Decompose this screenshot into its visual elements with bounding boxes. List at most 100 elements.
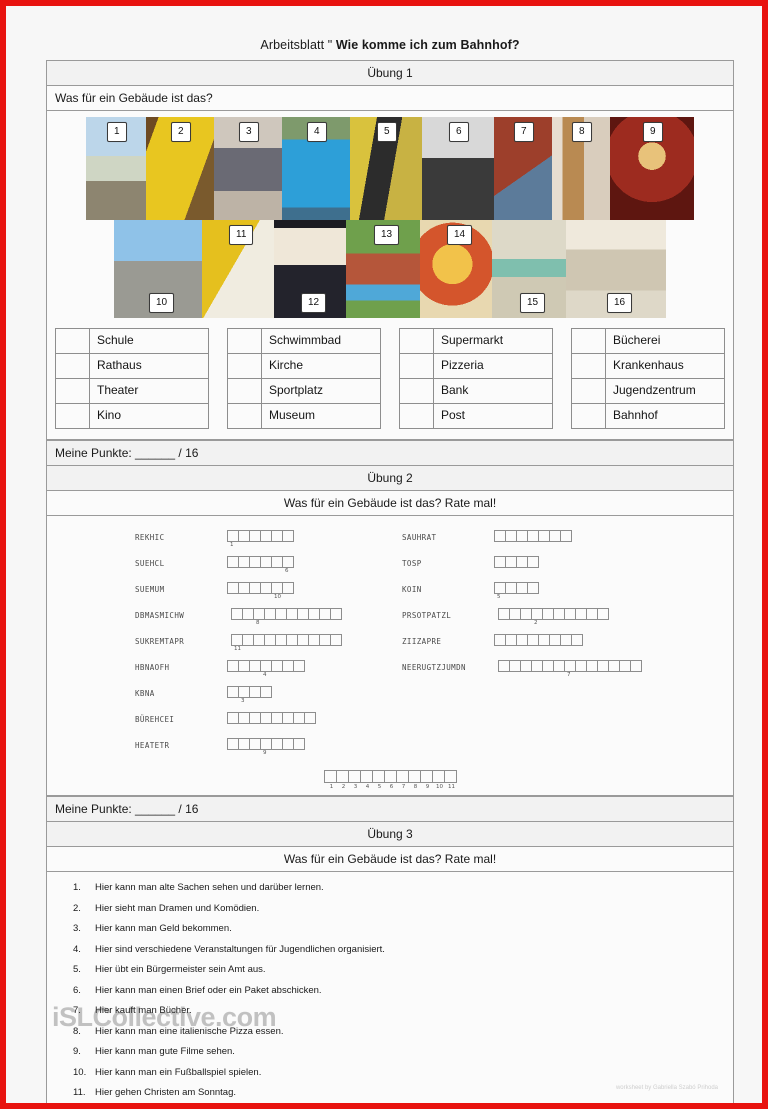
letter-cell[interactable] [304, 712, 316, 724]
anagram-letter-boxes[interactable]: 3 [227, 686, 272, 704]
anagram-scrambled-word: SAUHRAT [402, 533, 437, 542]
anagram-columns: REKHIC 1 SUEHCL 6 SUEMUM 10 DBMASMICHW 8 SUKREMT… [57, 530, 723, 764]
worksheet-sheet: Arbeitsblatt " Wie komme ich zum Bahnhof… [46, 32, 734, 1103]
anagram-letter-boxes[interactable] [494, 556, 539, 568]
answer-blank-cell[interactable] [228, 404, 262, 428]
answer-blank-cell[interactable] [400, 329, 434, 353]
photo-number-badge: 12 [301, 293, 327, 313]
answer-blank-cell[interactable] [400, 354, 434, 378]
photo-number-badge: 13 [374, 225, 400, 245]
anagram-column-right: SAUHRAT TOSP KOIN 5 PRSOTPATZL 2 ZIIZAPRE NEERU… [390, 530, 723, 764]
answer-blank-cell[interactable] [572, 329, 606, 353]
photo-number-badge: 3 [239, 122, 259, 142]
solution-boxes: 1 2 3 4 5 6 7 8 9 10 11 [324, 770, 457, 790]
letter-cell[interactable] [330, 608, 342, 620]
anagram-row: DBMASMICHW 8 [135, 608, 390, 626]
anagram-letter-boxes[interactable]: 11 [231, 634, 342, 652]
clue-sentence: 2. Hier sieht man Dramen und Komödien. [73, 903, 733, 914]
word-bank-label: Bücherei [613, 333, 661, 347]
building-photo-9: 9 [610, 117, 694, 220]
photo-number-badge: 4 [307, 122, 327, 142]
anagram-row: HEATETR 9 [135, 738, 390, 756]
anagram-scrambled-word: SUEMUM [135, 585, 165, 594]
anagram-scrambled-word: REKHIC [135, 533, 165, 542]
answer-blank-cell[interactable] [56, 354, 90, 378]
anagram-letter-boxes[interactable]: 7 [498, 660, 642, 678]
anagram-row: BÜREHCEI [135, 712, 390, 724]
letter-cell[interactable] [293, 738, 305, 750]
sentence-list: 1. Hier kann man alte Sachen sehen und da… [47, 872, 733, 1103]
anagram-row: KBNA 3 [135, 686, 390, 704]
clue-sentence: 8. Hier kann man eine italienische Pizza … [73, 1026, 733, 1037]
letter-cell[interactable] [260, 686, 272, 698]
letter-cell[interactable] [293, 660, 305, 672]
exercise1-body: 123456789 10 11 12 13 14 15 16 Schule Rathaus Th… [46, 111, 734, 440]
clue-number: 5. [73, 964, 81, 975]
anagram-letter-boxes[interactable]: 2 [498, 608, 609, 626]
anagram-hint-number: 4 [263, 672, 267, 678]
anagram-letter-boxes[interactable]: 4 [227, 660, 305, 678]
anagram-scrambled-word: HEATETR [135, 741, 170, 750]
letter-cell[interactable] [527, 556, 539, 568]
clue-number: 2. [73, 902, 81, 914]
exercise3-prompt: Was für ein Gebäude ist das? Rate mal! [46, 847, 734, 872]
building-photo-6: 6 [422, 117, 494, 220]
building-photo-3: 3 [214, 117, 282, 220]
clue-text: Hier sieht man Dramen und Komödien. [95, 902, 260, 914]
building-photo-7: 7 [494, 117, 552, 220]
answer-blank-cell[interactable] [228, 354, 262, 378]
anagram-letter-boxes[interactable] [494, 634, 583, 646]
clue-sentence: 9. Hier kann man gute Filme sehen. [73, 1046, 733, 1057]
anagram-hint-number: 3 [241, 698, 245, 704]
anagram-letter-boxes[interactable] [227, 712, 316, 724]
answer-blank-cell[interactable] [572, 379, 606, 403]
answer-blank-cell[interactable] [400, 404, 434, 428]
anagram-letter-boxes[interactable]: 6 [227, 556, 294, 574]
anagram-hint-number: 10 [274, 594, 281, 600]
answer-blank-cell[interactable] [572, 354, 606, 378]
solution-cell-number: 11 [448, 784, 455, 790]
clue-sentence: 5. Hier übt ein Bürgermeister sein Amt au… [73, 964, 733, 975]
answer-blank-cell[interactable] [56, 404, 90, 428]
anagram-letter-boxes[interactable]: 10 [227, 582, 294, 600]
anagram-letter-boxes[interactable]: 5 [494, 582, 539, 600]
letter-cell[interactable] [527, 582, 539, 594]
letter-cell[interactable] [282, 582, 294, 594]
answer-blank-cell[interactable] [400, 379, 434, 403]
letter-cell[interactable] [571, 634, 583, 646]
building-photo-2: 2 [146, 117, 214, 220]
answer-blank-cell[interactable] [572, 404, 606, 428]
letter-cell[interactable] [597, 608, 609, 620]
word-bank-row: Schule [56, 329, 208, 354]
answer-blank-cell[interactable] [56, 329, 90, 353]
anagram-letter-boxes[interactable]: 9 [227, 738, 305, 756]
exercise1-score: Meine Punkte: ______ / 16 [46, 440, 734, 466]
building-photo-16: 16 [566, 220, 666, 318]
answer-blank-cell[interactable] [228, 379, 262, 403]
anagram-scrambled-word: ZIIZAPRE [402, 637, 442, 646]
answer-blank-cell[interactable] [56, 379, 90, 403]
solution-cell[interactable]: 11 [444, 770, 457, 790]
anagram-hint-number: 2 [534, 620, 538, 626]
answer-blank-cell[interactable] [228, 329, 262, 353]
anagram-scrambled-word: TOSP [402, 559, 422, 568]
letter-cell[interactable] [560, 530, 572, 542]
letter-cell[interactable] [282, 530, 294, 542]
word-bank-label: Rathaus [97, 358, 142, 372]
page-title: Arbeitsblatt " Wie komme ich zum Bahnhof… [46, 32, 734, 60]
photo-number-badge: 2 [171, 122, 191, 142]
anagram-letter-boxes[interactable] [494, 530, 572, 542]
word-bank-column: Supermarkt Pizzeria Bank Post [399, 328, 553, 429]
word-bank-row: Supermarkt [400, 329, 552, 354]
letter-cell[interactable] [630, 660, 642, 672]
photo-number-badge: 8 [572, 122, 592, 142]
image-grid: 123456789 10 11 12 13 14 15 16 [47, 111, 733, 322]
anagram-column-left: REKHIC 1 SUEHCL 6 SUEMUM 10 DBMASMICHW 8 SUKREMT… [57, 530, 390, 764]
anagram-letter-boxes[interactable]: 8 [231, 608, 342, 626]
building-photo-11: 11 [202, 220, 274, 318]
word-bank-label: Kino [97, 408, 122, 422]
anagram-letter-boxes[interactable]: 1 [227, 530, 294, 548]
exercise3-heading: Übung 3 [46, 822, 734, 847]
letter-cell[interactable] [282, 556, 294, 568]
letter-cell[interactable] [330, 634, 342, 646]
